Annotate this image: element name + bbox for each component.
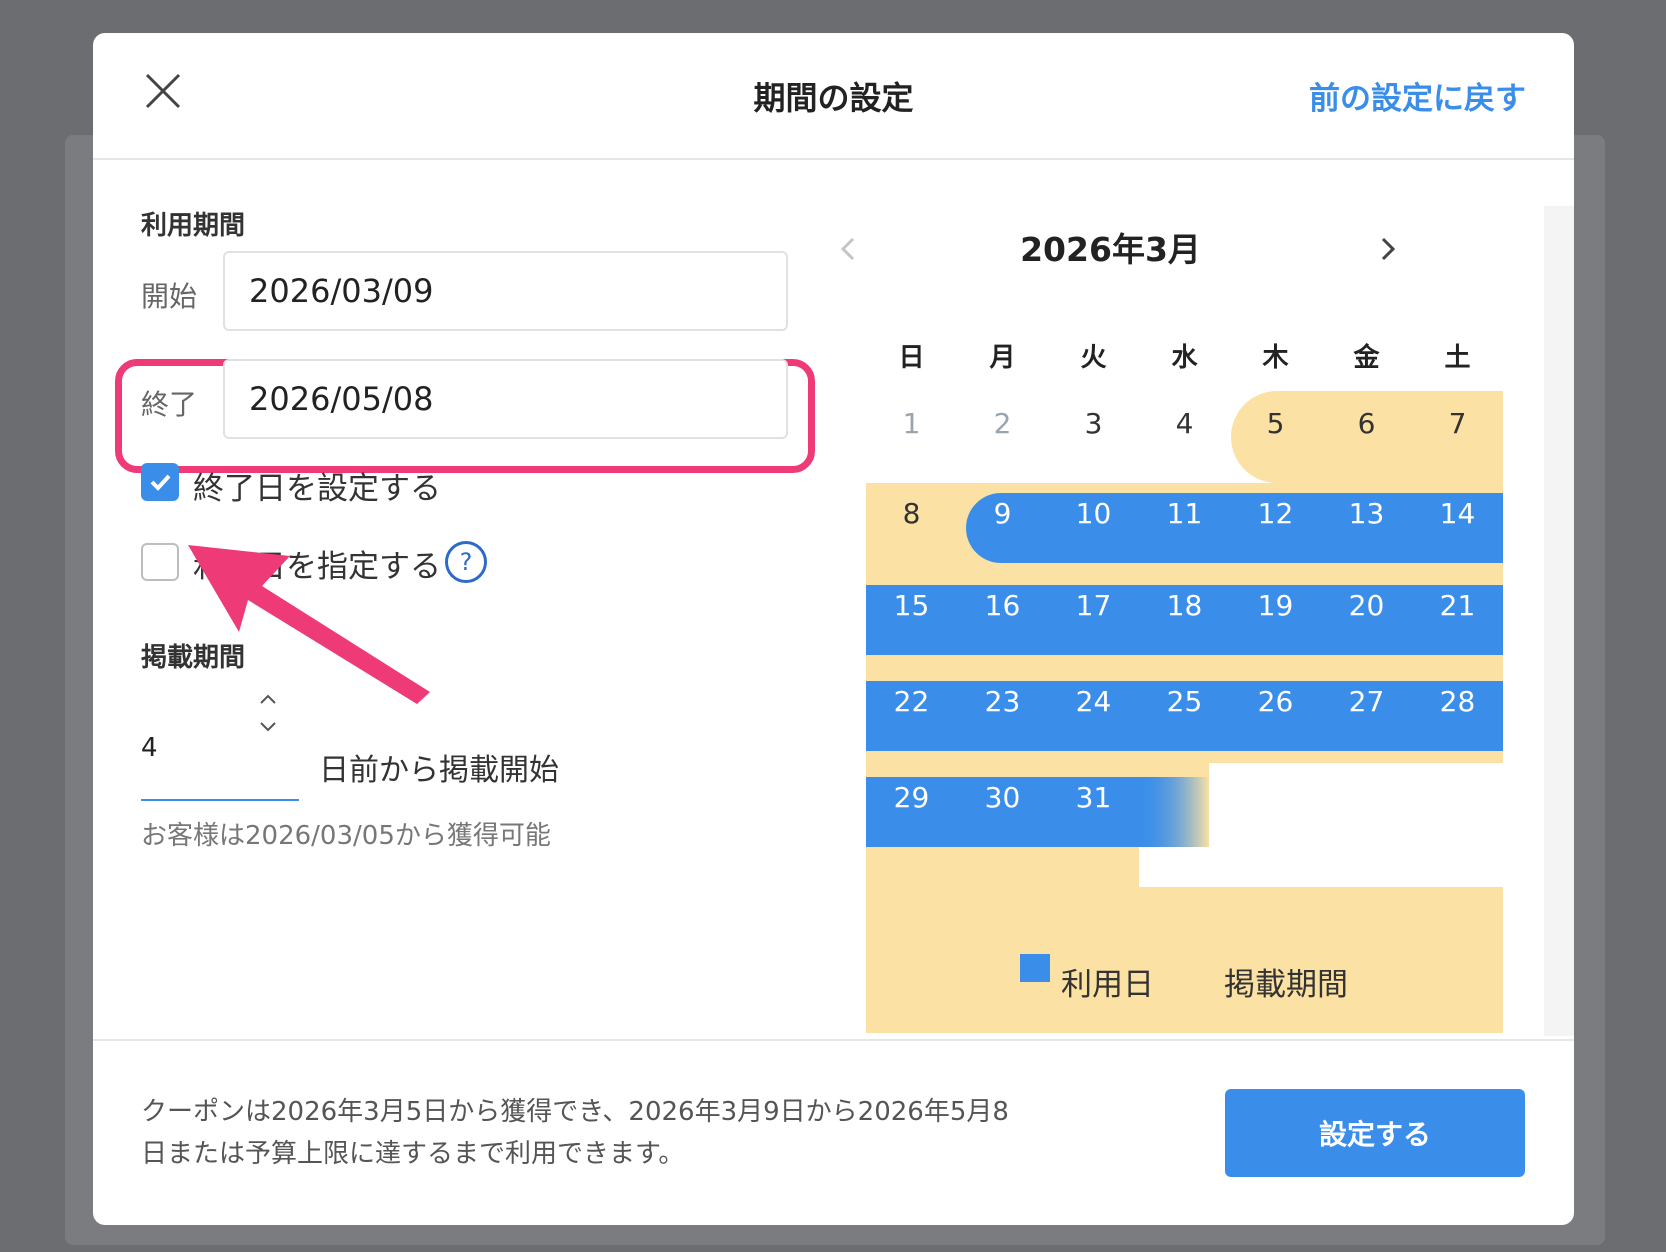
usage-period-heading: 利用期間 <box>141 211 246 241</box>
days-before-value[interactable]: 4 <box>141 733 158 763</box>
calendar-empty-area <box>1209 763 1503 887</box>
legend-usage-label: 利用日 <box>1061 967 1154 1003</box>
calendar-grid: 日月火水木金土 1 2 3 4 5 6 7 8 9 10 11 12 13 14 15 16 17 18 19 20 21… <box>866 323 1503 1033</box>
calendar-day-5[interactable]: 5 <box>1230 407 1321 440</box>
end-date-input[interactable] <box>223 359 788 439</box>
calendar-day-14[interactable]: 14 <box>1412 497 1503 530</box>
weekday-header: 金 <box>1353 343 1380 373</box>
publish-period-heading: 掲載期間 <box>141 643 246 673</box>
chevron-down-icon[interactable] <box>253 716 283 738</box>
dialog-header: 期間の設定 前の設定に戻す <box>93 33 1574 160</box>
calendar-day-15[interactable]: 15 <box>866 589 957 622</box>
chevron-right-icon[interactable] <box>1373 229 1403 269</box>
calendar-day-13[interactable]: 13 <box>1321 497 1412 530</box>
end-label: 終了 <box>141 388 198 421</box>
calendar-day-18[interactable]: 18 <box>1139 589 1230 622</box>
scrollbar[interactable] <box>1544 206 1574 1036</box>
legend-publish-label: 掲載期間 <box>1224 967 1348 1003</box>
help-icon[interactable]: ? <box>445 541 487 583</box>
calendar-day-30[interactable]: 30 <box>957 781 1048 814</box>
calendar-day-17[interactable]: 17 <box>1048 589 1139 622</box>
calendar-day-26[interactable]: 26 <box>1230 685 1321 718</box>
calendar-day-11[interactable]: 11 <box>1139 497 1230 530</box>
weekday-header: 火 <box>1080 343 1107 373</box>
calendar-day-29[interactable]: 29 <box>866 781 957 814</box>
usage-day-band-fade <box>1139 777 1209 847</box>
calendar-day-2[interactable]: 2 <box>957 407 1048 440</box>
calendar-day-16[interactable]: 16 <box>957 589 1048 622</box>
calendar-day-12[interactable]: 12 <box>1230 497 1321 530</box>
calendar-day-9[interactable]: 9 <box>957 497 1048 530</box>
weekday-header: 日 <box>898 343 925 373</box>
calendar-month-label: 2026年3月 <box>1020 230 1201 269</box>
calendar-day-24[interactable]: 24 <box>1048 685 1139 718</box>
calendar-day-3[interactable]: 3 <box>1048 407 1139 440</box>
calendar-day-7[interactable]: 7 <box>1412 407 1503 440</box>
legend-usage-swatch <box>1020 954 1050 982</box>
weekday-header: 木 <box>1262 343 1289 373</box>
reset-to-previous-link[interactable]: 前の設定に戻す <box>1309 73 1526 118</box>
calendar-day-25[interactable]: 25 <box>1139 685 1230 718</box>
checkmark-icon <box>150 474 171 491</box>
calendar-day-6[interactable]: 6 <box>1321 407 1412 440</box>
specify-usage-days-label: 利用日を指定する <box>193 549 441 585</box>
set-end-date-label: 終了日を設定する <box>193 471 441 507</box>
start-label: 開始 <box>141 280 198 313</box>
calendar-day-31[interactable]: 31 <box>1048 781 1139 814</box>
specify-usage-days-checkbox[interactable] <box>141 543 179 581</box>
start-date-input[interactable] <box>223 251 788 331</box>
calendar-day-28[interactable]: 28 <box>1412 685 1503 718</box>
availability-note: お客様は2026/03/05から獲得可能 <box>141 821 551 851</box>
calendar-day-1[interactable]: 1 <box>866 407 957 440</box>
calendar-day-8[interactable]: 8 <box>866 497 957 530</box>
weekday-header: 土 <box>1444 343 1471 373</box>
period-settings-dialog: 期間の設定 前の設定に戻す 利用期間 開始 終了 終了日を設定する 利用日を指定… <box>93 33 1574 1225</box>
calendar-day-22[interactable]: 22 <box>866 685 957 718</box>
apply-settings-button[interactable]: 設定する <box>1225 1089 1525 1177</box>
days-before-suffix: 日前から掲載開始 <box>319 753 559 788</box>
calendar-day-19[interactable]: 19 <box>1230 589 1321 622</box>
weekday-header: 水 <box>1171 343 1198 373</box>
calendar-day-27[interactable]: 27 <box>1321 685 1412 718</box>
chevron-up-icon[interactable] <box>253 688 283 710</box>
calendar-day-23[interactable]: 23 <box>957 685 1048 718</box>
calendar-day-20[interactable]: 20 <box>1321 589 1412 622</box>
set-end-date-checkbox[interactable] <box>141 463 179 501</box>
chevron-left-icon[interactable] <box>833 229 863 269</box>
calendar-day-4[interactable]: 4 <box>1139 407 1230 440</box>
legend-publish-swatch <box>1184 954 1214 982</box>
dialog-footer: クーポンは2026年3月5日から獲得でき、2026年3月9日から2026年5月8… <box>93 1039 1574 1225</box>
calendar-day-10[interactable]: 10 <box>1048 497 1139 530</box>
period-summary: クーポンは2026年3月5日から獲得でき、2026年3月9日から2026年5月8… <box>141 1097 1009 1169</box>
weekday-header: 月 <box>989 343 1016 373</box>
calendar-day-21[interactable]: 21 <box>1412 589 1503 622</box>
stepper-underline <box>141 799 299 801</box>
